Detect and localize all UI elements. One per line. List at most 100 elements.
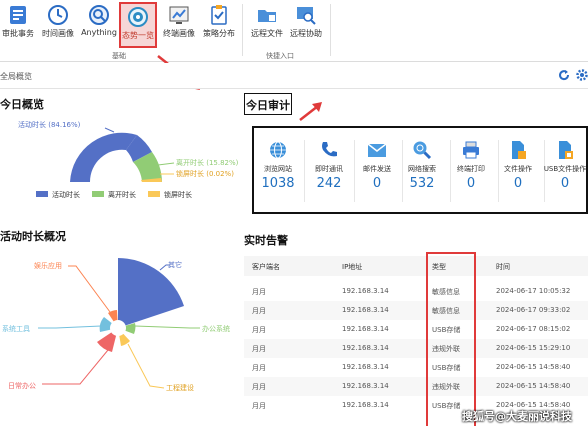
pie-label-away: 离开时长 (15.82%) bbox=[176, 158, 239, 167]
cell-client: 月月 bbox=[252, 364, 266, 372]
cell-time: 2024-06-17 08:15:02 bbox=[496, 325, 571, 333]
rose-leader bbox=[127, 343, 165, 389]
table-row[interactable]: 月月 192.168.3.14 敏感信息 2024-06-17 09:33:02 bbox=[244, 301, 588, 320]
file-icon bbox=[512, 141, 526, 159]
cell-client: 月月 bbox=[252, 288, 266, 296]
legend-swatch bbox=[148, 191, 160, 197]
audit-item-search[interactable]: 网络搜索 532 bbox=[398, 138, 446, 208]
rose-leader bbox=[42, 349, 109, 385]
tool-policy-distribution[interactable]: 策略分布 bbox=[199, 2, 239, 48]
pie-leader bbox=[157, 162, 175, 166]
rose-leader bbox=[68, 265, 111, 313]
col-ip: IP地址 bbox=[342, 263, 363, 271]
tool-label: 策略分布 bbox=[203, 29, 235, 38]
audit-item-usb-file[interactable]: USB文件操作 0 bbox=[542, 138, 588, 208]
tool-label: 态势一览 bbox=[122, 31, 154, 40]
rose-label-engineering: 工程建设 bbox=[166, 383, 194, 392]
rose-label-tools: 系统工具 bbox=[2, 324, 30, 333]
phone-icon bbox=[322, 142, 337, 157]
table-row[interactable]: 月月 192.168.3.14 USB存储 2024-06-15 14:58:4… bbox=[244, 358, 588, 377]
table-row[interactable]: 月月 192.168.3.14 敏感信息 2024-06-17 10:05:32 bbox=[244, 282, 588, 301]
tool-remote-assist[interactable]: 远程协助 bbox=[286, 2, 326, 48]
globe-icon bbox=[270, 141, 286, 159]
audit-item-web[interactable]: 浏览网站 1038 bbox=[254, 138, 302, 208]
audit-title: 今日审计 bbox=[246, 99, 290, 112]
pie-slice-active bbox=[70, 132, 137, 182]
activity-rose-chart: 其它 办公系统 工程建设 日常办公 系统工具 娱乐应用 bbox=[2, 258, 230, 392]
cell-client: 月月 bbox=[252, 345, 266, 353]
legend-locked: 锁屏时长 bbox=[164, 190, 192, 199]
cell-client: 月月 bbox=[252, 307, 266, 315]
alerts-title: 实时告警 bbox=[244, 234, 288, 247]
rose-label-entertainment: 娱乐应用 bbox=[34, 261, 62, 270]
group-label-basic: 基础 bbox=[112, 52, 126, 60]
magnifier-icon bbox=[89, 5, 109, 25]
audit-item-im[interactable]: 即时通讯 242 bbox=[305, 138, 353, 208]
cell-ip: 192.168.3.14 bbox=[342, 344, 389, 352]
tool-label: Anything bbox=[81, 28, 117, 37]
remote-search-icon bbox=[297, 7, 316, 25]
tool-remote-file[interactable]: 远程文件 bbox=[248, 2, 286, 48]
cell-time: 2024-06-15 14:58:40 bbox=[496, 382, 571, 390]
audit-item-file[interactable]: 文件操作 0 bbox=[494, 138, 542, 208]
col-client: 客户端名 bbox=[252, 263, 280, 271]
audit-value: 532 bbox=[409, 176, 435, 191]
table-row[interactable]: 月月 192.168.3.14 违规外联 2024-06-15 15:29:10 bbox=[244, 339, 588, 358]
audit-value: 0 bbox=[560, 176, 570, 191]
cell-ip: 192.168.3.14 bbox=[342, 401, 389, 409]
cell-client: 月月 bbox=[252, 326, 266, 334]
tool-approval[interactable]: 审批事务 bbox=[0, 2, 36, 48]
annotation-arrow bbox=[299, 102, 322, 121]
tool-terminal-profile[interactable]: 终端画像 bbox=[159, 2, 199, 48]
search-globe-icon bbox=[413, 141, 432, 160]
ribbon-divider bbox=[242, 4, 243, 56]
pie-label-locked: 锁屏时长 (0.02%) bbox=[176, 169, 234, 178]
breadcrumb-bar: 全局概览 bbox=[0, 63, 588, 89]
mail-icon bbox=[367, 143, 387, 157]
refresh-icon[interactable] bbox=[558, 69, 570, 81]
pie-leader bbox=[104, 127, 115, 133]
audit-label: 文件操作 bbox=[504, 165, 532, 173]
legend-swatch bbox=[92, 191, 104, 197]
audit-item-mail[interactable]: 邮件发送 0 bbox=[353, 138, 401, 208]
app-window: { "ribbon": { "tools": [ {"label": "审批事务… bbox=[0, 0, 588, 426]
user-chart-icon bbox=[169, 6, 189, 24]
audit-value: 0 bbox=[466, 176, 476, 191]
tool-time-profile[interactable]: 时间画像 bbox=[38, 2, 78, 48]
breadcrumb: 全局概览 bbox=[0, 72, 32, 81]
watermark: 搜狐号@大麦丽说科技 bbox=[462, 410, 572, 423]
audit-item-print[interactable]: 终端打印 0 bbox=[447, 138, 495, 208]
tool-anything[interactable]: Anything bbox=[80, 2, 118, 48]
audit-label: 终端打印 bbox=[457, 165, 485, 173]
activity-title: 活动时长概况 bbox=[0, 230, 66, 243]
ribbon-toolbar: 审批事务 时间画像 Anything 态势一览 终端画像 策略分布 远程文件 远… bbox=[0, 0, 588, 62]
alerts-table-header: 客户端名 IP地址 类型 时间 bbox=[244, 256, 588, 276]
rose-leader bbox=[134, 325, 200, 329]
rose-label-office: 办公系统 bbox=[202, 324, 230, 333]
clock-icon bbox=[48, 5, 68, 25]
cell-time: 2024-06-15 14:58:40 bbox=[496, 363, 571, 371]
tool-label: 远程文件 bbox=[251, 29, 283, 38]
audit-label: 即时通讯 bbox=[315, 165, 343, 173]
audit-label: 浏览网站 bbox=[264, 165, 292, 173]
table-row[interactable]: 月月 192.168.3.14 违规外联 2024-06-15 14:58:40 bbox=[244, 377, 588, 396]
group-label-shortcuts: 快捷入口 bbox=[266, 52, 294, 60]
cell-ip: 192.168.3.14 bbox=[342, 363, 389, 371]
table-row[interactable]: 月月 192.168.3.14 USB存储 2024-06-17 08:15:0… bbox=[244, 320, 588, 339]
document-list-icon bbox=[10, 6, 26, 24]
cell-ip: 192.168.3.14 bbox=[342, 287, 389, 295]
cell-client: 月月 bbox=[252, 383, 266, 391]
legend-away: 离开时长 bbox=[108, 190, 136, 199]
legend-active: 活动时长 bbox=[52, 190, 80, 199]
audit-value: 0 bbox=[372, 176, 382, 191]
audit-label: USB文件操作 bbox=[543, 165, 587, 173]
cell-ip: 192.168.3.14 bbox=[342, 325, 389, 333]
tool-situation-overview[interactable]: 态势一览 bbox=[119, 2, 157, 48]
rose-label-daily: 日常办公 bbox=[8, 381, 36, 390]
rose-center bbox=[110, 320, 126, 336]
gear-icon[interactable] bbox=[576, 69, 588, 81]
tool-label: 远程协助 bbox=[290, 29, 322, 38]
today-overview-chart: 活动时长 (84.16%) 离开时长 (15.82%) 锁屏时长 (0.02%)… bbox=[18, 120, 239, 199]
eye-target-icon bbox=[128, 7, 148, 27]
cell-time: 2024-06-17 10:05:32 bbox=[496, 287, 571, 295]
